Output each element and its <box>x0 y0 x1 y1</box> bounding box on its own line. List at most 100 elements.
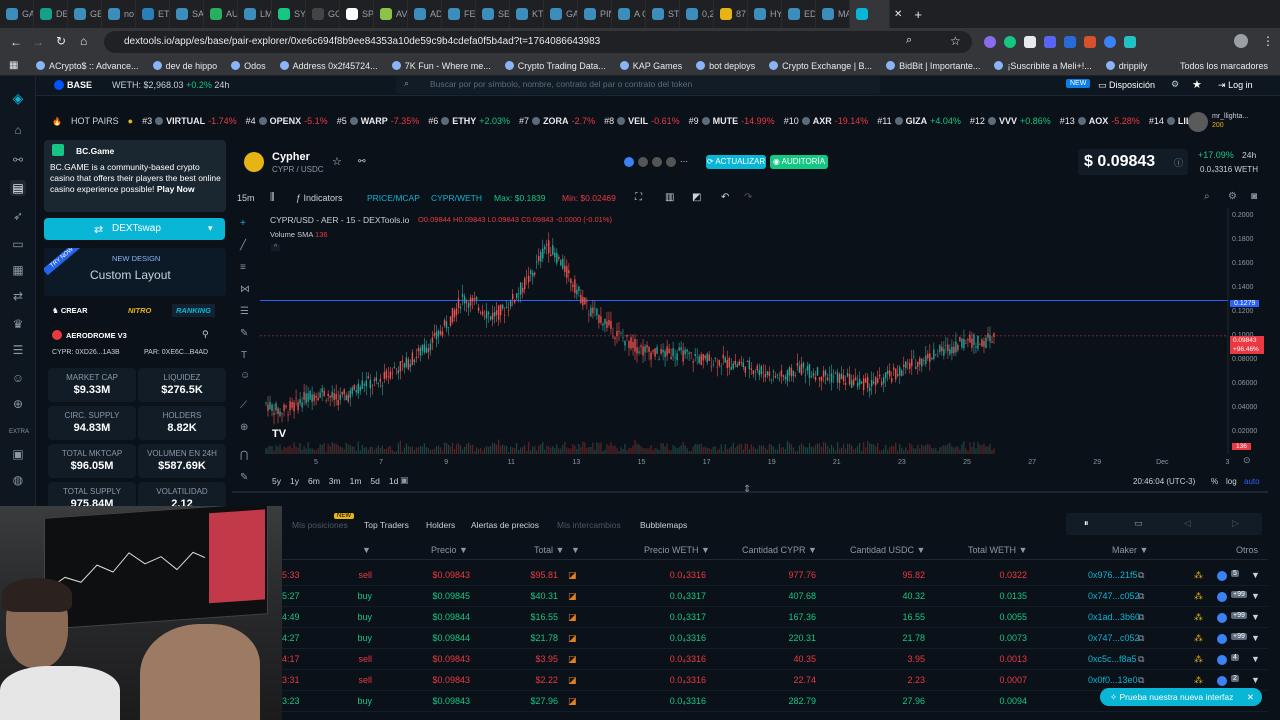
browser-tab[interactable]: SA <box>170 0 204 28</box>
cypr-weth-toggle[interactable]: CYPR/WETH <box>431 193 482 203</box>
star-icon[interactable]: ☆ <box>950 34 961 48</box>
hot-pair-item[interactable]: #12 VVV +0.86% <box>970 116 1051 126</box>
row-filter-icon[interactable]: ▼ <box>1251 570 1260 580</box>
user-profile[interactable]: mr_llighta... 200 <box>1188 112 1268 132</box>
browser-tab[interactable]: GA <box>0 0 34 28</box>
tab-holders[interactable]: Holders <box>426 520 455 530</box>
copy-icon[interactable]: ⧉ <box>1138 654 1144 665</box>
browser-tab[interactable] <box>850 0 890 28</box>
browser-tab[interactable]: ETI <box>136 0 170 28</box>
menu-icon[interactable]: ⋮ <box>1262 34 1274 48</box>
range-option[interactable]: 1d <box>389 476 398 488</box>
zoom-in-icon[interactable]: ⊕ <box>240 422 248 433</box>
browser-tab[interactable]: A C <box>612 0 646 28</box>
favorite-star-icon[interactable]: ★ <box>1192 78 1202 91</box>
fullscreen-icon[interactable]: ⛶ <box>635 192 642 203</box>
update-button[interactable]: ⟳ ACTUALIZAR <box>706 155 766 169</box>
hot-pairs-info-icon[interactable]: ● <box>128 116 133 126</box>
home-nav-icon[interactable]: ⌂ <box>10 122 26 138</box>
pattern-icon[interactable]: ⋈ <box>240 284 250 295</box>
browser-tab[interactable]: SE <box>476 0 510 28</box>
info-icon[interactable]: ⓘ <box>1174 156 1183 169</box>
audit-button[interactable]: ◉ AUDITORÍA <box>770 155 828 169</box>
bookmark-item[interactable]: 7K Fun - Where me... <box>391 61 491 71</box>
close-toast-icon[interactable]: ✕ <box>1247 688 1254 706</box>
trade-maker[interactable]: 0x976...21f5 <box>1088 570 1138 580</box>
hot-pair-item[interactable]: #7 ZORA -2.7% <box>519 116 595 126</box>
price-mcap-toggle[interactable]: PRICE/MCAP <box>367 193 420 203</box>
plus-nav-icon[interactable]: ⊕ <box>10 396 26 412</box>
browser-tab[interactable]: 0,2 <box>680 0 714 28</box>
row-filter-icon[interactable]: ▼ <box>1251 675 1260 685</box>
fib-icon[interactable]: ☰ <box>240 306 249 317</box>
try-new-interface-toast[interactable]: ✧ Prueba nuestra nueva interfaz ✕ <box>1100 688 1262 706</box>
wallet-nav-icon[interactable]: ▭ <box>10 236 26 252</box>
chart-nav-icon[interactable]: ▤ <box>10 180 26 196</box>
range-option[interactable]: 1y <box>290 476 299 488</box>
hot-pair-item[interactable]: #10 AXR -19.14% <box>784 116 869 126</box>
nitro-tab[interactable]: NITRO <box>128 306 151 315</box>
candle-type-icon[interactable]: ⫼ <box>270 192 275 203</box>
hot-pair-item[interactable]: #8 VEIL -0.61% <box>604 116 680 126</box>
browser-tab[interactable]: SY <box>272 0 306 28</box>
pairs-nav-icon[interactable]: ⚯ <box>10 152 26 168</box>
back-icon[interactable]: ← <box>10 35 22 49</box>
col-qty-usdc[interactable]: Cantidad USDC ▼ <box>850 545 925 555</box>
calendar-icon[interactable]: ▣ <box>400 475 409 486</box>
prev-icon[interactable]: ◁ <box>1184 518 1191 529</box>
browser-tab[interactable]: GE <box>68 0 102 28</box>
browser-tab[interactable]: GO <box>306 0 340 28</box>
copy-icon[interactable]: ⧉ <box>1138 591 1144 602</box>
login-button[interactable]: ⇥ Log in <box>1218 80 1253 91</box>
col-total[interactable]: Total ▼ ▼ <box>534 545 580 555</box>
bookmark-item[interactable]: Odos <box>231 61 266 71</box>
hot-pair-item[interactable]: #9 MUTE -14.99% <box>689 116 775 126</box>
auto-toggle[interactable]: auto <box>1244 477 1260 486</box>
chain-selector[interactable]: BASE <box>67 80 92 90</box>
ranking-tab[interactable]: RANKING <box>172 304 215 317</box>
social-icons[interactable]: ⋯ <box>624 157 704 169</box>
chain-explorer-icon[interactable] <box>1217 655 1227 665</box>
dex-share-icon[interactable]: ⚲ <box>202 329 209 340</box>
close-tab-icon[interactable]: ✕ <box>894 9 902 20</box>
monitor-nav-icon[interactable]: ▣ <box>10 446 26 462</box>
browser-tab[interactable]: KT <box>510 0 544 28</box>
camera-icon[interactable]: ◙ <box>1251 191 1257 202</box>
percent-toggle[interactable]: % <box>1211 477 1218 486</box>
hlines-icon[interactable]: ≡ <box>240 262 246 273</box>
indicators-button[interactable]: ƒ Indicators <box>296 193 343 203</box>
hot-pair-item[interactable]: #13 AOX -5.28% <box>1060 116 1140 126</box>
bookmark-item[interactable]: ACrypto$ :: Advance... <box>36 61 139 71</box>
browser-tab[interactable]: FE <box>442 0 476 28</box>
browser-tab[interactable]: HY <box>748 0 782 28</box>
bcgame-cta[interactable]: Play Now <box>157 184 195 194</box>
col-maker[interactable]: Maker ▼ <box>1112 545 1148 555</box>
trendline-icon[interactable]: ╱ <box>240 240 246 251</box>
filter-icon[interactable]: ▭ <box>1134 518 1143 529</box>
log-toggle[interactable]: log <box>1226 477 1237 486</box>
compare-icon[interactable]: ▥ <box>665 192 674 203</box>
chain-explorer-icon[interactable] <box>1217 634 1227 644</box>
copy-icon[interactable]: ⧉ <box>1138 675 1144 686</box>
chain-explorer-icon[interactable] <box>1217 676 1227 686</box>
ruler-icon[interactable]: ⟋ <box>240 400 247 411</box>
browser-tab[interactable]: no <box>102 0 136 28</box>
user-nav-icon[interactable]: ☺ <box>10 370 26 386</box>
magnet-icon[interactable]: ⋂ <box>240 450 248 461</box>
trade-maker[interactable]: 0x747...c052 <box>1088 633 1140 643</box>
bookmark-item[interactable]: drippily <box>1105 61 1147 71</box>
bookmark-item[interactable]: dev de hippo <box>152 61 217 71</box>
tab-my-trades[interactable]: Mis intercambios <box>557 520 621 530</box>
chart-settings-icon[interactable]: ⚙ <box>1228 191 1237 202</box>
hierarchy-icon[interactable]: ⁂ <box>1194 633 1203 644</box>
redo-icon[interactable]: ↷ <box>744 192 752 203</box>
profile-avatar[interactable] <box>1234 34 1248 48</box>
col-total-weth[interactable]: Total WETH ▼ <box>968 545 1027 555</box>
bcgame-ad[interactable]: BC.Game BC.GAME is a community-based cry… <box>44 140 226 212</box>
extensions-icons[interactable] <box>984 36 1164 48</box>
browser-tab[interactable]: SP <box>340 0 374 28</box>
range-option[interactable]: 6m <box>308 476 320 488</box>
lock-icon[interactable]: ✎ <box>240 472 248 483</box>
alert-chart-icon[interactable]: ◩ <box>692 192 701 203</box>
browser-tab[interactable]: AD <box>408 0 442 28</box>
